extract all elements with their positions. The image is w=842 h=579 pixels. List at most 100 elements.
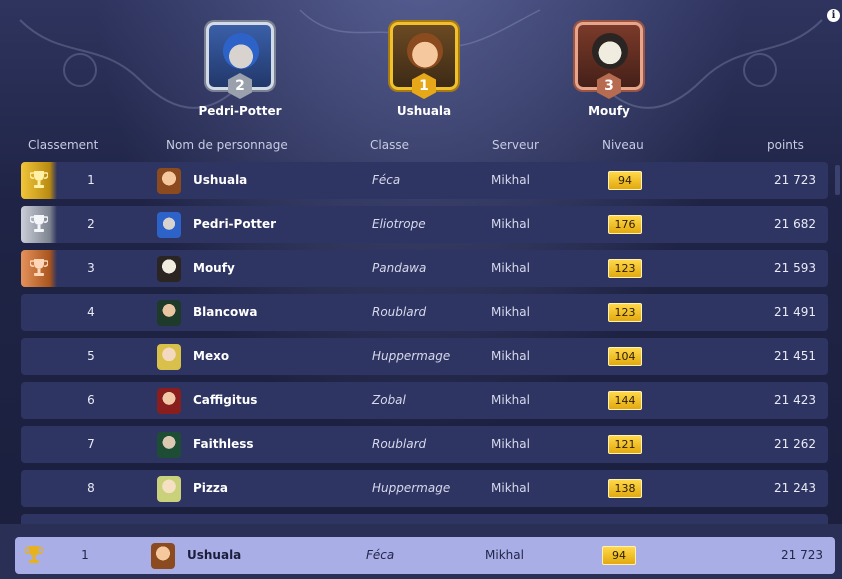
column-header-niveau[interactable]: Niveau (602, 138, 644, 152)
character-points: 21 682 (774, 217, 816, 231)
table-row[interactable]: 1 Ushuala Féca Mikhal 94 21 723 (21, 162, 828, 199)
moufy-avatar-frame: 3 (575, 22, 643, 99)
character-avatar (157, 256, 181, 282)
character-name[interactable]: Moufy (193, 250, 235, 287)
column-header-classement[interactable]: Classement (28, 138, 98, 152)
character-avatar (157, 300, 181, 326)
row-rank: 7 (87, 437, 95, 451)
trophy-gold-icon (25, 546, 43, 563)
table-row[interactable]: 4 Blancowa Roublard Mikhal 123 21 491 (21, 294, 828, 331)
character-serveur: Mikhal (491, 217, 530, 231)
character-classe: Féca (372, 173, 401, 187)
character-avatar (157, 432, 181, 458)
character-classe: Huppermage (372, 349, 451, 363)
row-rank: 3 (87, 261, 95, 275)
character-level: 138 (608, 479, 642, 498)
column-header-nom[interactable]: Nom de personnage (166, 138, 288, 152)
ushuala-avatar-frame: 1 (390, 22, 458, 99)
table-row[interactable]: 2 Pedri-Potter Eliotrope Mikhal 176 21 6… (21, 206, 828, 243)
trophy-gold-icon (30, 171, 48, 188)
character-avatar (157, 344, 181, 370)
row-rank: 8 (87, 481, 95, 495)
character-serveur: Mikhal (491, 393, 530, 407)
character-level: 123 (608, 303, 642, 322)
podium-rank-badge: 2 (228, 73, 252, 99)
character-name[interactable]: Caffigitus (193, 382, 257, 419)
character-classe: Roublard (372, 305, 427, 319)
character-classe: Eliotrope (372, 217, 426, 231)
current-player-rank: 1 (81, 548, 89, 562)
podium-name: Ushuala (396, 104, 452, 118)
character-avatar (157, 476, 181, 502)
character-points: 21 491 (774, 305, 816, 319)
character-level: 94 (608, 171, 642, 190)
character-avatar (157, 168, 181, 194)
row-rank: 1 (87, 173, 95, 187)
podium-rank-badge: 1 (412, 73, 436, 99)
current-player-level: 94 (602, 546, 636, 565)
character-points: 21 243 (774, 481, 816, 495)
current-player-serveur: Mikhal (485, 548, 524, 562)
character-name[interactable]: Pizza (193, 470, 228, 507)
character-serveur: Mikhal (491, 481, 530, 495)
character-serveur: Mikhal (491, 349, 530, 363)
trophy-silver-icon (30, 215, 48, 232)
character-classe: Huppermage (372, 481, 451, 495)
current-player-classe: Féca (366, 548, 395, 562)
current-player-name[interactable]: Ushuala (187, 537, 241, 574)
trophy-bronze-icon (30, 259, 48, 276)
character-level: 121 (608, 435, 642, 454)
character-serveur: Mikhal (491, 437, 530, 451)
row-rank: 2 (87, 217, 95, 231)
info-icon[interactable]: i (827, 9, 840, 22)
character-name[interactable]: Ushuala (193, 162, 247, 199)
current-player-points: 21 723 (781, 548, 823, 562)
table-row[interactable]: 8 Pizza Huppermage Mikhal 138 21 243 (21, 470, 828, 507)
current-player-row[interactable]: 1 Ushuala Féca Mikhal 94 21 723 (15, 537, 835, 574)
trophy-gold-badge (21, 162, 57, 199)
character-classe: Zobal (372, 393, 406, 407)
character-name[interactable]: Mexo (193, 338, 229, 375)
trophy-bronze-badge (21, 250, 57, 287)
character-points: 21 423 (774, 393, 816, 407)
column-header-classe[interactable]: Classe (370, 138, 409, 152)
character-points: 21 262 (774, 437, 816, 451)
scrollbar[interactable] (835, 165, 840, 195)
table-row[interactable]: 5 Mexo Huppermage Mikhal 104 21 451 (21, 338, 828, 375)
character-classe: Pandawa (372, 261, 427, 275)
character-serveur: Mikhal (491, 173, 530, 187)
character-level: 123 (608, 259, 642, 278)
podium-second[interactable]: 2 Pedri-Potter (180, 22, 300, 118)
row-rank: 6 (87, 393, 95, 407)
character-points: 21 723 (774, 173, 816, 187)
table-row[interactable]: 7 Faithless Roublard Mikhal 121 21 262 (21, 426, 828, 463)
character-classe: Roublard (372, 437, 427, 451)
podium-rank-badge: 3 (597, 73, 621, 99)
podium-third[interactable]: 3 Moufy (549, 22, 669, 118)
character-serveur: Mikhal (491, 261, 530, 275)
character-points: 21 593 (774, 261, 816, 275)
column-header-serveur[interactable]: Serveur (492, 138, 539, 152)
ushuala-avatar (151, 543, 175, 569)
pedri-potter-avatar (223, 33, 259, 69)
character-name[interactable]: Blancowa (193, 294, 257, 331)
row-rank: 4 (87, 305, 95, 319)
pedri-potter-avatar-frame: 2 (206, 22, 274, 99)
character-level: 104 (608, 347, 642, 366)
character-name[interactable]: Pedri-Potter (193, 206, 276, 243)
podium-name: Pedri-Potter (198, 104, 282, 118)
podium-name: Moufy (588, 104, 630, 118)
character-avatar (157, 212, 181, 238)
table-row[interactable]: 6 Caffigitus Zobal Mikhal 144 21 423 (21, 382, 828, 419)
podium-first[interactable]: 1 Ushuala (364, 22, 484, 118)
character-points: 21 451 (774, 349, 816, 363)
column-header-points[interactable]: points (767, 138, 804, 152)
character-name[interactable]: Faithless (193, 426, 254, 463)
character-level: 144 (608, 391, 642, 410)
trophy-silver-badge (21, 206, 57, 243)
moufy-avatar (592, 33, 628, 69)
table-row[interactable]: 3 Moufy Pandawa Mikhal 123 21 593 (21, 250, 828, 287)
row-rank: 5 (87, 349, 95, 363)
ushuala-avatar (407, 33, 443, 69)
character-serveur: Mikhal (491, 305, 530, 319)
